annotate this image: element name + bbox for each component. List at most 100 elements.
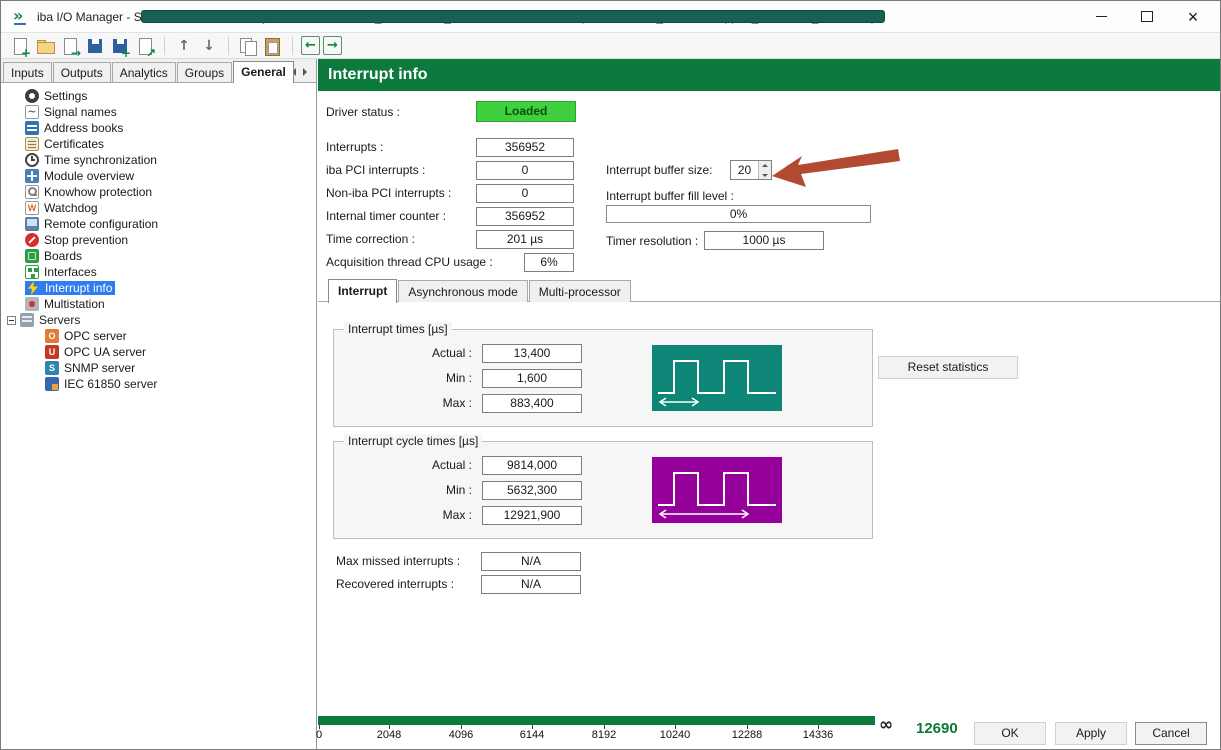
buffer-meter-bar	[318, 716, 875, 725]
lightning-icon	[26, 281, 40, 295]
timer-resolution-label: Timer resolution :	[606, 234, 699, 248]
open-file-icon[interactable]	[34, 36, 56, 56]
tab-scroll-right-icon[interactable]	[300, 64, 313, 79]
sidebar-item-remote-configuration[interactable]: Remote configuration	[1, 216, 316, 232]
sidebar-item-snmp-server[interactable]: SNMP server	[1, 360, 316, 376]
sidebar-item-label: Certificates	[44, 137, 105, 151]
save-as-icon[interactable]: +	[109, 36, 131, 59]
tab-analytics[interactable]: Analytics	[111, 62, 176, 82]
sidebar-item-label: Time synchronization	[44, 153, 157, 167]
buffer-size-stepper[interactable]: 20	[730, 160, 772, 180]
sidebar-item-opc-server[interactable]: OPC server	[1, 328, 316, 344]
sidebar-item-stop-prevention[interactable]: Stop prevention	[1, 232, 316, 248]
sidebar-item-knowhow-protection[interactable]: Knowhow protection	[1, 184, 316, 200]
max-value: 883,400	[482, 394, 582, 413]
move-down-icon[interactable]	[198, 36, 220, 56]
sidebar-item-opc-ua-server[interactable]: OPC UA server	[1, 344, 316, 360]
export-icon[interactable]: ↗	[134, 36, 156, 59]
sidebar-item-label: Multistation	[44, 297, 105, 311]
interrupt-cycle-times-group: Interrupt cycle times [µs] Actual : 9814…	[333, 434, 873, 539]
navigation-tree: Settings Signal names Address books Cert…	[1, 83, 316, 392]
new-config-icon[interactable]: +	[9, 36, 31, 59]
time-correction-label: Time correction :	[326, 232, 415, 246]
sidebar-item-label: Servers	[39, 313, 81, 327]
title-bar: iba I/O Manager - SIMULATION: C:\Users\j…	[1, 1, 1220, 33]
tab-general[interactable]: General	[233, 61, 294, 83]
app-window: iba I/O Manager - SIMULATION: C:\Users\j…	[0, 0, 1221, 750]
add-file-icon[interactable]: →	[59, 36, 81, 59]
cpu-usage-value: 6%	[524, 253, 574, 272]
sidebar-tabstrip: Inputs Outputs Analytics Groups General	[1, 59, 316, 83]
sidebar-item-label: Settings	[44, 89, 88, 103]
remote-configuration-icon	[25, 217, 39, 231]
sidebar-item-watchdog[interactable]: Watchdog	[1, 200, 316, 216]
sub-tabstrip: Interrupt Asynchronous mode Multi-proces…	[328, 279, 632, 303]
sidebar-item-label: SNMP server	[64, 361, 136, 375]
tab-asynchronous-mode[interactable]: Asynchronous mode	[398, 280, 528, 302]
minimize-button[interactable]	[1078, 1, 1124, 32]
save-icon[interactable]	[84, 36, 106, 56]
sidebar-item-signal-names[interactable]: Signal names	[1, 104, 316, 120]
nav-back-icon[interactable]	[301, 36, 320, 55]
nav-forward-icon[interactable]	[323, 36, 342, 55]
interfaces-icon	[25, 265, 39, 279]
tab-outputs[interactable]: Outputs	[52, 62, 111, 82]
tab-groups[interactable]: Groups	[176, 62, 233, 82]
sidebar-item-label: Interfaces	[44, 265, 97, 279]
sidebar-item-label: Interrupt info	[45, 281, 113, 295]
interrupts-label: Interrupts :	[326, 140, 384, 154]
move-up-icon[interactable]	[173, 36, 195, 56]
driver-status-label: Driver status :	[326, 105, 401, 119]
sidebar: Inputs Outputs Analytics Groups General …	[1, 59, 317, 749]
max-missed-interrupts-label: Max missed interrupts :	[336, 554, 461, 568]
ok-button[interactable]: OK	[974, 722, 1046, 745]
tab-multi-processor[interactable]: Multi-processor	[528, 280, 631, 302]
sidebar-item-multistation[interactable]: Multistation	[1, 296, 316, 312]
sidebar-item-servers[interactable]: Servers	[1, 312, 316, 328]
maximize-button[interactable]	[1124, 1, 1170, 32]
servers-icon	[20, 313, 34, 327]
toolbar: + → + ↗	[1, 33, 1220, 59]
close-button[interactable]	[1170, 1, 1216, 32]
buffer-size-label: Interrupt buffer size:	[606, 163, 713, 177]
iba-pci-interrupts-label: iba PCI interrupts :	[326, 163, 426, 177]
sidebar-item-label: OPC UA server	[64, 345, 147, 359]
buffer-size-value[interactable]: 20	[731, 161, 758, 179]
paste-icon[interactable]	[262, 36, 284, 56]
apply-button[interactable]: Apply	[1055, 722, 1127, 745]
sidebar-item-time-synchronization[interactable]: Time synchronization	[1, 152, 316, 168]
annotation-arrow	[772, 149, 900, 187]
opc-ua-server-icon	[45, 345, 59, 359]
sidebar-item-module-overview[interactable]: Module overview	[1, 168, 316, 184]
sidebar-item-label: IEC 61850 server	[64, 377, 158, 391]
min-label: Min :	[445, 371, 472, 385]
sidebar-item-settings[interactable]: Settings	[1, 88, 316, 104]
interrupts-value: 356952	[476, 138, 574, 157]
tab-inputs[interactable]: Inputs	[3, 62, 52, 82]
tab-interrupt[interactable]: Interrupt	[328, 279, 398, 303]
collapse-icon[interactable]	[7, 315, 16, 325]
driver-status-badge: Loaded	[476, 101, 576, 122]
cancel-button[interactable]: Cancel	[1135, 722, 1207, 745]
sidebar-item-iec-61850-server[interactable]: IEC 61850 server	[1, 376, 316, 392]
actual-value: 13,400	[482, 344, 582, 363]
sidebar-item-label: OPC server	[64, 329, 127, 343]
sidebar-item-address-books[interactable]: Address books	[1, 120, 316, 136]
sidebar-item-boards[interactable]: Boards	[1, 248, 316, 264]
actual-value: 9814,000	[482, 456, 582, 475]
knowhow-protection-icon	[25, 185, 39, 199]
internal-timer-counter-label: Internal timer counter :	[326, 209, 447, 223]
toolbar-separator	[164, 36, 165, 55]
sidebar-item-interrupt-info[interactable]: Interrupt info	[1, 280, 316, 296]
max-label: Max :	[442, 396, 472, 410]
sidebar-item-certificates[interactable]: Certificates	[1, 136, 316, 152]
settings-icon	[25, 89, 39, 103]
toolbar-separator	[228, 36, 229, 55]
non-iba-pci-interrupts-label: Non-iba PCI interrupts :	[326, 186, 452, 200]
page-title: Interrupt info	[318, 59, 1220, 91]
copy-icon[interactable]	[237, 36, 259, 56]
reset-statistics-button[interactable]: Reset statistics	[878, 356, 1018, 379]
actual-label: Actual :	[431, 458, 472, 472]
sidebar-item-interfaces[interactable]: Interfaces	[1, 264, 316, 280]
min-value: 1,600	[482, 369, 582, 388]
